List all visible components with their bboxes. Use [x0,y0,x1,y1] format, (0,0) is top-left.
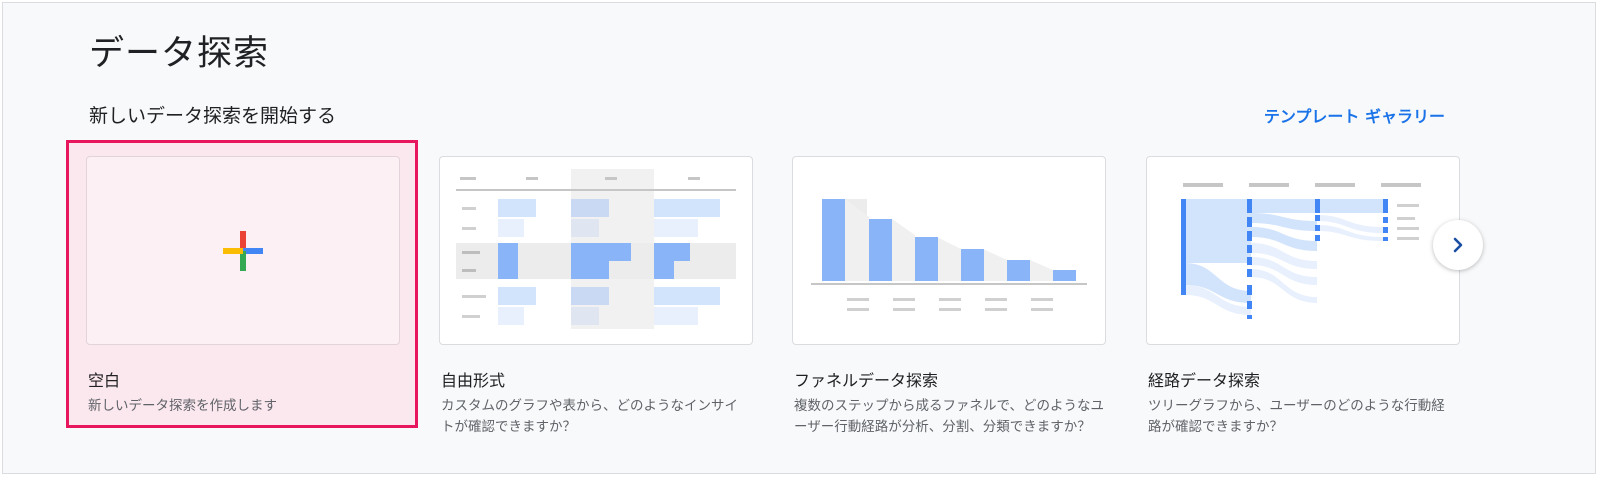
section-title: 新しいデータ探索を開始する [89,105,337,127]
card-title: ファネルデータ探索 [794,371,939,390]
chevron-right-icon [1453,237,1463,253]
card-title: 自由形式 [441,371,506,390]
next-button[interactable] [1433,220,1483,270]
card-blank[interactable]: 空白 新しいデータ探索を作成します [86,156,400,456]
card-description: カスタムのグラフや表から、どのようなインサイトが確認できますか？ [441,398,738,435]
card-description: 複数のステップから成るファネルで、どのようなユーザー行動経路が分析、分割、分類で… [794,398,1104,435]
blank-thumbnail [86,156,400,345]
card-title: 空白 [88,371,121,390]
card-description: 新しいデータ探索を作成します [88,398,277,414]
card-title: 経路データ探索 [1148,371,1261,390]
path-thumbnail [1146,156,1460,345]
free-form-thumbnail [439,156,753,345]
funnel-thumbnail [792,156,1106,345]
card-free-form[interactable]: 自由形式 カスタムのグラフや表から、どのようなインサイトが確認できますか？ [439,156,753,456]
card-path[interactable]: 経路データ探索 ツリーグラフから、ユーザーのどのような行動経路が確認できますか？ [1146,156,1460,456]
plus-icon [223,231,263,271]
card-funnel[interactable]: ファネルデータ探索 複数のステップから成るファネルで、どのようなユーザー行動経路… [792,156,1106,456]
page-title: データ探索 [89,34,270,74]
template-gallery-link[interactable]: テンプレート ギャラリー [1264,103,1445,127]
card-description: ツリーグラフから、ユーザーのどのような行動経路が確認できますか？ [1148,398,1445,435]
